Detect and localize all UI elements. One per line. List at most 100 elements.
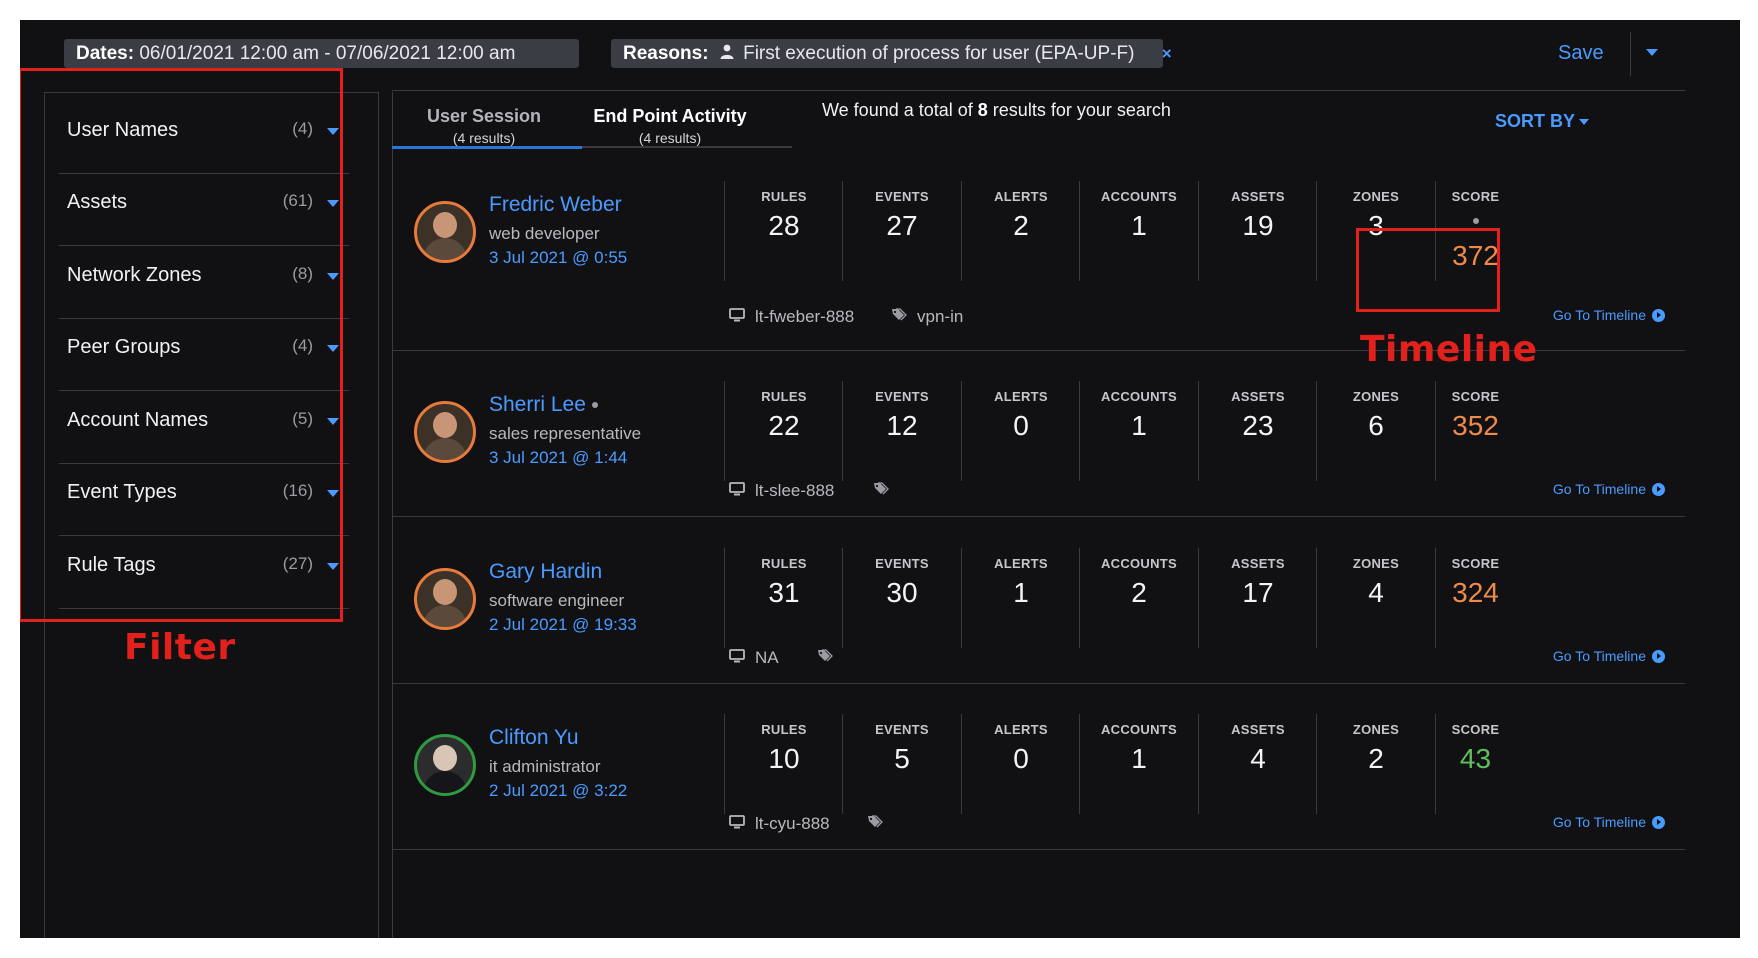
person-name: Sherri Lee <box>489 393 586 416</box>
avatar[interactable] <box>414 401 476 463</box>
tag-info <box>873 481 899 501</box>
filter-user-names[interactable]: User Names (4) <box>59 93 349 174</box>
filter-label: User Names <box>67 119 179 141</box>
result-row: Clifton Yu it administrator 2 Jul 2021 @ 3… <box>393 684 1685 850</box>
person-name-link[interactable]: Sherri Lee <box>489 393 598 417</box>
stat-value: 2 <box>1368 743 1384 774</box>
stat-value: 19 <box>1242 210 1274 241</box>
chevron-down-icon[interactable] <box>327 490 339 497</box>
chevron-down-icon[interactable] <box>327 345 339 352</box>
arrow-right-circle-icon <box>1652 308 1665 322</box>
save-button[interactable]: Save <box>1558 39 1604 68</box>
reasons-value: First execution of process for user (EPA… <box>743 43 1135 64</box>
session-time-link[interactable]: 2 Jul 2021 @ 19:33 <box>489 615 637 635</box>
filter-event-types[interactable]: Event Types (16) <box>59 455 349 536</box>
chevron-down-icon[interactable] <box>327 563 339 570</box>
stat-alerts: ALERTS 2 <box>961 181 1080 281</box>
tab-user-session[interactable]: User Session (4 results) <box>400 106 568 146</box>
chevron-down-icon <box>1579 119 1590 126</box>
stat-label: ZONES <box>1352 556 1400 571</box>
stat-value: 31 <box>768 577 800 608</box>
session-time-link[interactable]: 3 Jul 2021 @ 1:44 <box>489 448 627 468</box>
person-name-link[interactable]: Clifton Yu <box>489 726 579 750</box>
stat-events: EVENTS 12 <box>842 381 961 481</box>
stat-events: EVENTS 5 <box>842 714 961 814</box>
go-to-timeline-link[interactable]: Go To Timeline <box>1553 814 1665 830</box>
asset-name: lt-cyu-888 <box>755 814 830 833</box>
chevron-down-icon[interactable] <box>327 200 339 207</box>
chevron-down-icon[interactable] <box>327 418 339 425</box>
stat-rules: RULES 28 <box>724 181 843 281</box>
chevron-down-icon[interactable] <box>327 128 339 135</box>
filter-assets[interactable]: Assets (61) <box>59 165 349 246</box>
stat-label: ASSETS <box>1231 389 1285 404</box>
stat-label: ZONES <box>1352 389 1400 404</box>
stat-accounts: ACCOUNTS 1 <box>1079 181 1198 281</box>
avatar[interactable] <box>414 568 476 630</box>
sort-by-button[interactable]: SORT BY <box>1495 111 1590 132</box>
tag-icon <box>891 307 907 327</box>
filter-label: Account Names <box>67 409 209 431</box>
avatar[interactable] <box>414 201 476 263</box>
person-role: sales representative <box>489 424 642 443</box>
person-name-link[interactable]: Fredric Weber <box>489 193 622 217</box>
score-value: 43 <box>1459 743 1492 774</box>
monitor-icon <box>729 307 745 327</box>
stat-label: ACCOUNTS <box>1100 556 1178 571</box>
filter-count: (27) <box>282 554 313 573</box>
session-time-link[interactable]: 2 Jul 2021 @ 3:22 <box>489 781 627 801</box>
reasons-chip[interactable]: Reasons: First execution of process for … <box>611 39 1172 68</box>
monitor-icon <box>729 481 745 501</box>
tab-title: User Session <box>426 106 542 126</box>
tag-info <box>867 814 893 834</box>
save-divider <box>1630 32 1631 76</box>
go-to-timeline-label: Go To Timeline <box>1552 481 1646 497</box>
remove-reason-close-icon[interactable]: × <box>1162 44 1172 63</box>
stat-label: ASSETS <box>1231 556 1285 571</box>
asset-info: lt-slee-888 <box>729 481 834 501</box>
tag-icon <box>873 481 889 501</box>
stat-value: 2 <box>1013 210 1029 241</box>
stat-events: EVENTS 27 <box>842 181 961 281</box>
arrow-right-circle-icon <box>1652 649 1665 663</box>
tab-end-point-activity[interactable]: End Point Activity (4 results) <box>580 106 760 146</box>
stat-assets: ASSETS 19 <box>1198 181 1317 281</box>
filter-account-names[interactable]: Account Names (5) <box>59 383 349 464</box>
stat-label: RULES <box>761 556 807 571</box>
status-dot-icon <box>591 402 598 409</box>
person-name: Fredric Weber <box>489 193 622 216</box>
app-window: Dates: 06/01/2021 12:00 am - 07/06/2021 … <box>20 20 1740 938</box>
stat-assets: ASSETS 17 <box>1198 548 1317 648</box>
stat-label: ACCOUNTS <box>1100 722 1178 737</box>
go-to-timeline-label: Go To Timeline <box>1552 648 1646 664</box>
stat-value: 0 <box>1013 743 1029 774</box>
filter-rule-tags[interactable]: Rule Tags (27) <box>59 528 349 609</box>
save-options-chevron-down-icon[interactable] <box>1646 49 1658 56</box>
go-to-timeline-link[interactable]: Go To Timeline <box>1553 481 1665 497</box>
person-name-link[interactable]: Gary Hardin <box>489 560 602 584</box>
dates-chip[interactable]: Dates: 06/01/2021 12:00 am - 07/06/2021 … <box>64 39 579 68</box>
avatar[interactable] <box>414 734 476 796</box>
go-to-timeline-link[interactable]: Go To Timeline <box>1553 307 1665 323</box>
session-time-link[interactable]: 3 Jul 2021 @ 0:55 <box>489 248 627 268</box>
filter-count: (8) <box>292 264 313 283</box>
person-name: Clifton Yu <box>489 726 579 749</box>
active-tab-indicator <box>392 146 582 149</box>
stat-value: 0 <box>1013 410 1029 441</box>
go-to-timeline-link[interactable]: Go To Timeline <box>1553 648 1665 664</box>
summary-count: 8 <box>977 100 988 120</box>
stat-alerts: ALERTS 0 <box>961 714 1080 814</box>
result-summary: We found a total of 8 results for your s… <box>822 100 1171 121</box>
filter-peer-groups[interactable]: Peer Groups (4) <box>59 310 349 391</box>
asset-name: NA <box>755 648 779 667</box>
chevron-down-icon[interactable] <box>327 273 339 280</box>
stat-label: SCORE <box>1451 722 1500 737</box>
stat-value: 5 <box>894 743 910 774</box>
stat-value: 23 <box>1242 410 1274 441</box>
user-icon <box>720 39 734 68</box>
stat-score: SCORE 372 <box>1435 181 1515 281</box>
stat-rules: RULES 22 <box>724 381 843 481</box>
filter-network-zones[interactable]: Network Zones (8) <box>59 238 349 319</box>
stat-accounts: ACCOUNTS 2 <box>1079 548 1198 648</box>
stat-value: 4 <box>1250 743 1266 774</box>
